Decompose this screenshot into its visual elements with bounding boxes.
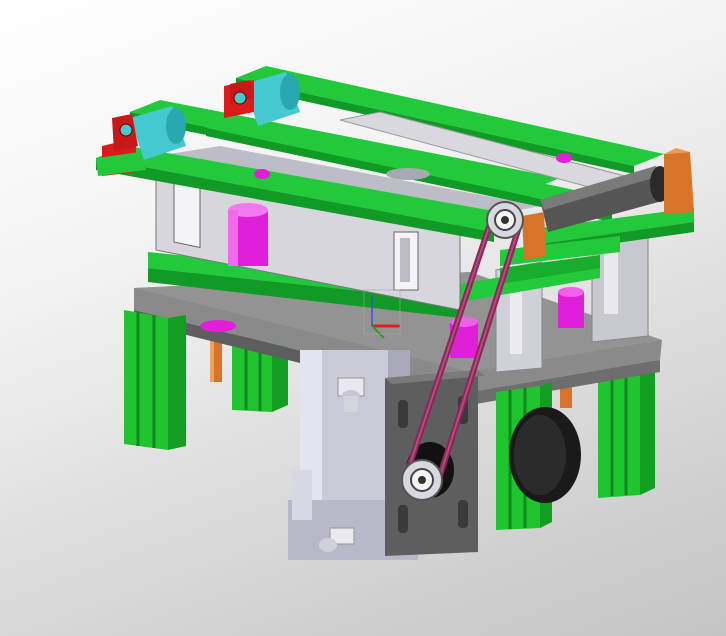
pillow-block-left-rear (224, 80, 254, 118)
pillow-block-right-rear (664, 148, 694, 214)
magenta-bolt-top-left (254, 169, 270, 179)
pillow-block-right-front (522, 212, 546, 260)
magenta-cylinder-housing (228, 203, 268, 266)
upper-pulley (486, 201, 524, 239)
magenta-guide-right (558, 287, 584, 328)
assembly-drawing (96, 66, 694, 560)
magenta-cap-left (200, 320, 236, 332)
lower-pulley (401, 459, 443, 501)
support-leg-front-left (124, 310, 186, 450)
cad-viewport[interactable] (0, 0, 726, 636)
magenta-bolt-top-right (556, 153, 572, 163)
